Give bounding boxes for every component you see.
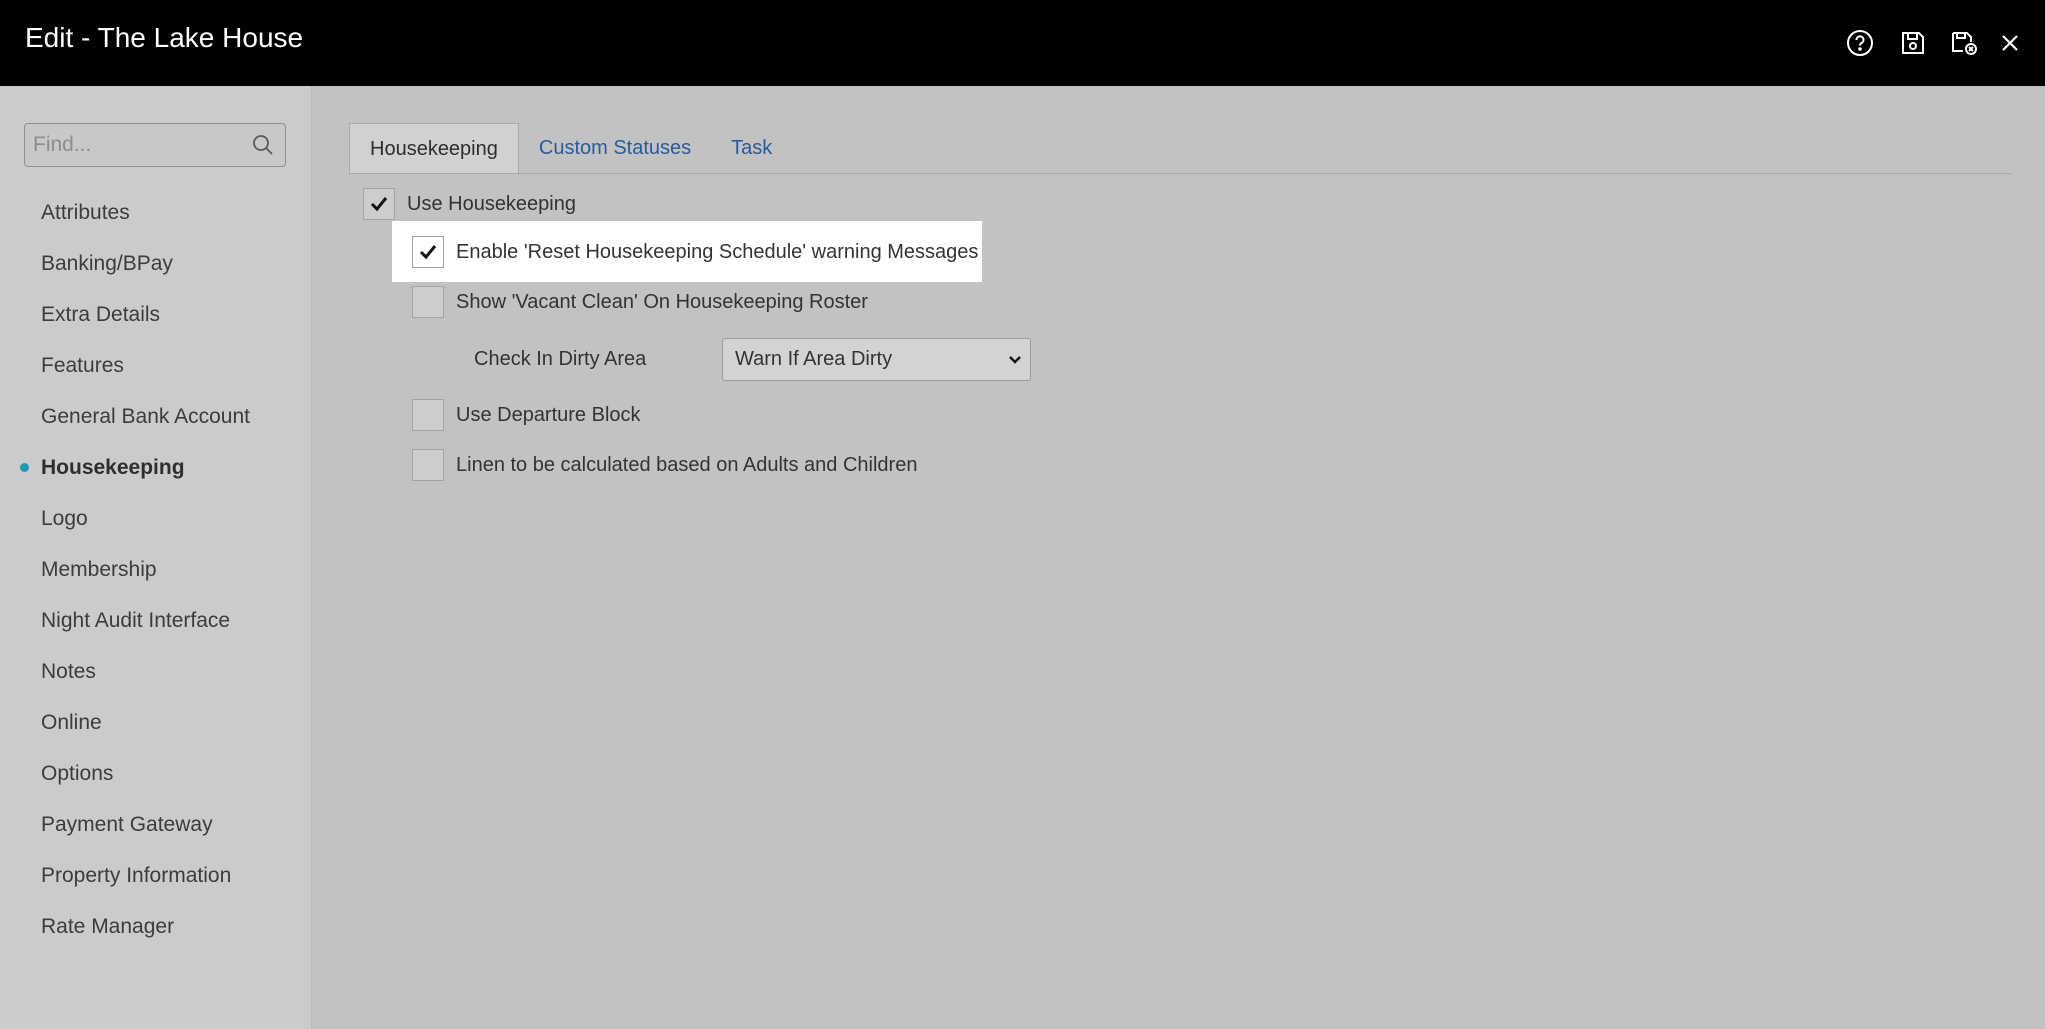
sidebar-item-general-bank-account[interactable]: General Bank Account — [0, 391, 312, 442]
chevron-down-icon — [1009, 356, 1021, 364]
sidebar-item-membership[interactable]: Membership — [0, 544, 312, 595]
reset-warning-checkbox[interactable] — [412, 236, 444, 268]
search-icon[interactable] — [251, 133, 275, 157]
search-box — [24, 123, 286, 167]
tab-bar: Housekeeping Custom Statuses Task — [349, 123, 792, 174]
select-value: Warn If Area Dirty — [735, 348, 893, 370]
use-departure-block-row: Use Departure Block — [412, 399, 641, 431]
sidebar-item-night-audit-interface[interactable]: Night Audit Interface — [0, 595, 312, 646]
sidebar-item-label: Rate Manager — [41, 915, 175, 938]
check-in-dirty-area-select[interactable]: Warn If Area Dirty — [722, 338, 1031, 381]
sidebar-item-property-information[interactable]: Property Information — [0, 850, 312, 901]
sidebar-item-label: Logo — [41, 507, 88, 530]
search-input[interactable] — [25, 124, 245, 166]
show-vacant-clean-checkbox[interactable] — [412, 286, 444, 318]
sidebar-item-notes[interactable]: Notes — [0, 646, 312, 697]
sidebar-item-label: Extra Details — [41, 303, 161, 326]
sidebar-item-label: General Bank Account — [41, 405, 250, 428]
tab-task[interactable]: Task — [711, 123, 792, 173]
sidebar-item-label: Property Information — [41, 864, 232, 887]
reset-warning-label: Enable 'Reset Housekeeping Schedule' war… — [456, 240, 979, 263]
use-housekeeping-row: Use Housekeeping — [363, 188, 576, 220]
close-icon[interactable] — [1993, 26, 2027, 60]
sidebar-item-attributes[interactable]: Attributes — [0, 187, 312, 238]
sidebar-item-payment-gateway[interactable]: Payment Gateway — [0, 799, 312, 850]
show-vacant-clean-row: Show 'Vacant Clean' On Housekeeping Rost… — [412, 286, 868, 318]
show-vacant-clean-label: Show 'Vacant Clean' On Housekeeping Rost… — [456, 290, 868, 313]
sidebar-item-label: Features — [41, 354, 124, 377]
sidebar-item-label: Notes — [41, 660, 96, 683]
window-title: Edit - The Lake House — [25, 22, 304, 53]
help-icon[interactable] — [1843, 26, 1877, 60]
linen-calc-label: Linen to be calculated based on Adults a… — [456, 453, 918, 476]
title-bar: Edit - The Lake House — [0, 0, 2045, 86]
reset-warning-row: Enable 'Reset Housekeeping Schedule' war… — [412, 236, 978, 268]
save-icon[interactable] — [1896, 26, 1930, 60]
sidebar-item-label: Housekeeping — [41, 456, 185, 479]
sidebar-item-label: Banking/BPay — [41, 252, 173, 275]
tab-housekeeping[interactable]: Housekeeping — [349, 123, 519, 174]
sidebar: Attributes Banking/BPay Extra Details Fe… — [0, 86, 312, 1029]
sidebar-item-banking-bpay[interactable]: Banking/BPay — [0, 238, 312, 289]
use-departure-block-label: Use Departure Block — [456, 403, 641, 426]
sidebar-item-label: Membership — [41, 558, 157, 581]
linen-calc-checkbox[interactable] — [412, 449, 444, 481]
sidebar-item-online[interactable]: Online — [0, 697, 312, 748]
sidebar-nav: Attributes Banking/BPay Extra Details Fe… — [0, 187, 312, 952]
checkmark-icon — [419, 245, 437, 260]
checkmark-icon — [370, 197, 388, 212]
sidebar-item-label: Online — [41, 711, 102, 734]
check-in-dirty-area-label: Check In Dirty Area — [474, 348, 647, 370]
tab-custom-statuses[interactable]: Custom Statuses — [519, 123, 711, 173]
active-indicator-dot — [20, 463, 29, 472]
main-panel: Housekeeping Custom Statuses Task Use Ho… — [313, 86, 2045, 1029]
use-departure-block-checkbox[interactable] — [412, 399, 444, 431]
sidebar-item-housekeeping[interactable]: Housekeeping — [0, 442, 312, 493]
use-housekeeping-label: Use Housekeeping — [407, 192, 576, 215]
sidebar-item-logo[interactable]: Logo — [0, 493, 312, 544]
linen-calc-row: Linen to be calculated based on Adults a… — [412, 449, 917, 481]
sidebar-item-options[interactable]: Options — [0, 748, 312, 799]
sidebar-item-label: Attributes — [41, 201, 130, 224]
tab-divider — [349, 173, 2012, 174]
save-and-close-icon[interactable] — [1947, 26, 1981, 60]
sidebar-item-label: Night Audit Interface — [41, 609, 231, 632]
sidebar-item-rate-manager[interactable]: Rate Manager — [0, 901, 312, 952]
use-housekeeping-checkbox[interactable] — [363, 188, 395, 220]
sidebar-item-extra-details[interactable]: Extra Details — [0, 289, 312, 340]
sidebar-item-label: Options — [41, 762, 114, 785]
sidebar-item-label: Payment Gateway — [41, 813, 213, 836]
sidebar-item-features[interactable]: Features — [0, 340, 312, 391]
